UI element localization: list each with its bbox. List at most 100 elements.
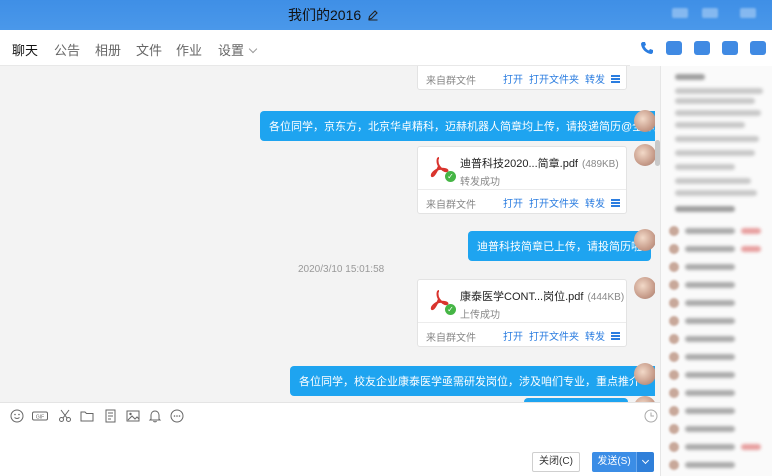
document-icon[interactable]	[104, 409, 118, 423]
menu-icon[interactable]	[611, 198, 620, 207]
emoji-icon[interactable]	[10, 409, 24, 423]
send-options-dropdown[interactable]	[636, 452, 654, 472]
member-item[interactable]	[669, 442, 765, 454]
screen-share-icon[interactable]	[694, 41, 710, 55]
more-apps-icon[interactable]	[750, 41, 766, 55]
avatar[interactable]	[634, 144, 656, 166]
file-card[interactable]: ✓ 康泰医学CONT...岗位.pdf (444KB) 上传成功 来自群文件 打开…	[417, 279, 627, 347]
file-source: 来自群文件	[426, 76, 476, 87]
message-bubble: 各位同学，京东方，北京华卓精科，迈赫机器人简章均上传，请投递简历@全体成员	[260, 111, 660, 141]
menu-icon[interactable]	[611, 74, 620, 83]
minimize-button[interactable]	[672, 8, 688, 18]
window-title: 我们的2016	[288, 5, 379, 25]
announcement-heading	[675, 74, 705, 80]
member-item[interactable]	[669, 262, 765, 274]
announcement-line	[675, 136, 759, 142]
close-window-button[interactable]	[740, 8, 756, 18]
chevron-down-icon	[248, 44, 258, 54]
member-item[interactable]	[669, 226, 765, 238]
phone-icon[interactable]	[640, 41, 654, 55]
message-timestamp: 2020/3/10 15:01:58	[298, 264, 385, 275]
file-card: 来自群文件 打开 打开文件夹 转发	[417, 66, 627, 90]
top-toolbar	[630, 30, 772, 66]
check-icon: ✓	[445, 304, 456, 315]
member-item[interactable]	[669, 280, 765, 292]
avatar[interactable]	[634, 363, 656, 385]
check-icon: ✓	[445, 171, 456, 182]
forward-link[interactable]: 转发	[585, 328, 605, 343]
file-card-footer: 来自群文件 打开 打开文件夹 转发	[418, 66, 626, 89]
history-clock-icon[interactable]	[644, 409, 658, 423]
more-icon[interactable]	[170, 409, 184, 423]
announcement-line	[675, 190, 757, 196]
file-status: 上传成功	[460, 310, 500, 321]
file-source: 来自群文件	[426, 200, 476, 211]
member-item[interactable]	[669, 370, 765, 382]
open-file-link[interactable]: 打开	[503, 71, 523, 86]
svg-text:GIF: GIF	[36, 415, 44, 421]
scissors-icon[interactable]	[58, 409, 72, 423]
file-source: 来自群文件	[426, 333, 476, 344]
open-file-link[interactable]: 打开	[503, 328, 523, 343]
file-card-footer: 来自群文件 打开 打开文件夹 转发	[418, 189, 626, 213]
folder-icon[interactable]	[80, 409, 94, 423]
image-icon[interactable]	[126, 409, 140, 423]
announcement-line	[675, 98, 755, 104]
member-item[interactable]	[669, 352, 765, 364]
tab-files[interactable]: 文件	[136, 40, 162, 59]
title-bar: 我们的2016	[0, 0, 772, 30]
file-card[interactable]: ✓ 迪普科技2020...简章.pdf (489KB) 转发成功 来自群文件 打开…	[417, 146, 627, 214]
tab-bar: 聊天 公告 相册 文件 作业 设置	[0, 30, 660, 69]
announcement-line	[675, 178, 751, 184]
window-title-text: 我们的2016	[288, 7, 362, 23]
open-folder-link[interactable]: 打开文件夹	[529, 71, 579, 86]
menu-icon[interactable]	[611, 331, 620, 340]
member-item[interactable]	[669, 244, 765, 256]
file-size: (489KB)	[582, 159, 619, 170]
close-button[interactable]: 关闭(C)	[532, 452, 580, 472]
message-bubble: 迪普科技简章已上传，请投简历啦	[468, 231, 651, 261]
member-item[interactable]	[669, 424, 765, 436]
file-name: 迪普科技2020...简章.pdf (489KB)	[460, 155, 619, 171]
member-item[interactable]	[669, 334, 765, 346]
tab-album[interactable]: 相册	[95, 40, 121, 59]
file-name: 康泰医学CONT...岗位.pdf (444KB)	[460, 288, 624, 304]
forward-link[interactable]: 转发	[585, 71, 605, 86]
input-toolbar: GIF	[0, 402, 660, 428]
member-item[interactable]	[669, 388, 765, 400]
edit-icon[interactable]	[367, 9, 379, 21]
member-item[interactable]	[669, 460, 765, 472]
open-folder-link[interactable]: 打开文件夹	[529, 328, 579, 343]
announcement-line	[675, 150, 755, 156]
tab-settings-label: 设置	[218, 43, 245, 58]
send-button[interactable]: 发送(S)	[592, 452, 636, 472]
group-info-panel	[660, 66, 772, 476]
member-item[interactable]	[669, 298, 765, 310]
avatar[interactable]	[634, 229, 656, 251]
maximize-button[interactable]	[702, 8, 718, 18]
announcement-line	[675, 164, 735, 170]
file-card-footer: 来自群文件 打开 打开文件夹 转发	[418, 322, 626, 346]
announcement-line	[675, 122, 745, 128]
file-size: (444KB)	[587, 292, 625, 303]
tab-announcement[interactable]: 公告	[54, 40, 80, 59]
message-bubble: 各位同学，校友企业康泰医学亟需研发岗位，涉及咱们专业，重点推介一下。	[290, 366, 660, 396]
message-icon[interactable]	[722, 41, 738, 55]
member-item[interactable]	[669, 316, 765, 328]
avatar[interactable]	[634, 277, 656, 299]
video-icon[interactable]	[666, 41, 682, 55]
tab-homework[interactable]: 作业	[176, 40, 202, 59]
tab-chat[interactable]: 聊天	[12, 40, 39, 69]
avatar[interactable]	[634, 110, 656, 132]
file-status: 转发成功	[460, 177, 500, 188]
forward-link[interactable]: 转发	[585, 195, 605, 210]
bell-icon[interactable]	[148, 409, 162, 423]
file-name-text: 迪普科技2020...简章.pdf	[460, 158, 578, 170]
tab-settings[interactable]: 设置	[218, 40, 258, 59]
file-name-text: 康泰医学CONT...岗位.pdf	[460, 291, 584, 303]
open-file-link[interactable]: 打开	[503, 195, 523, 210]
gif-icon[interactable]: GIF	[32, 409, 48, 423]
member-item[interactable]	[669, 406, 765, 418]
chat-messages[interactable]: 来自群文件 打开 打开文件夹 转发 各位同学，京东方，北京华卓精科，迈赫机器人简…	[0, 66, 660, 402]
open-folder-link[interactable]: 打开文件夹	[529, 195, 579, 210]
